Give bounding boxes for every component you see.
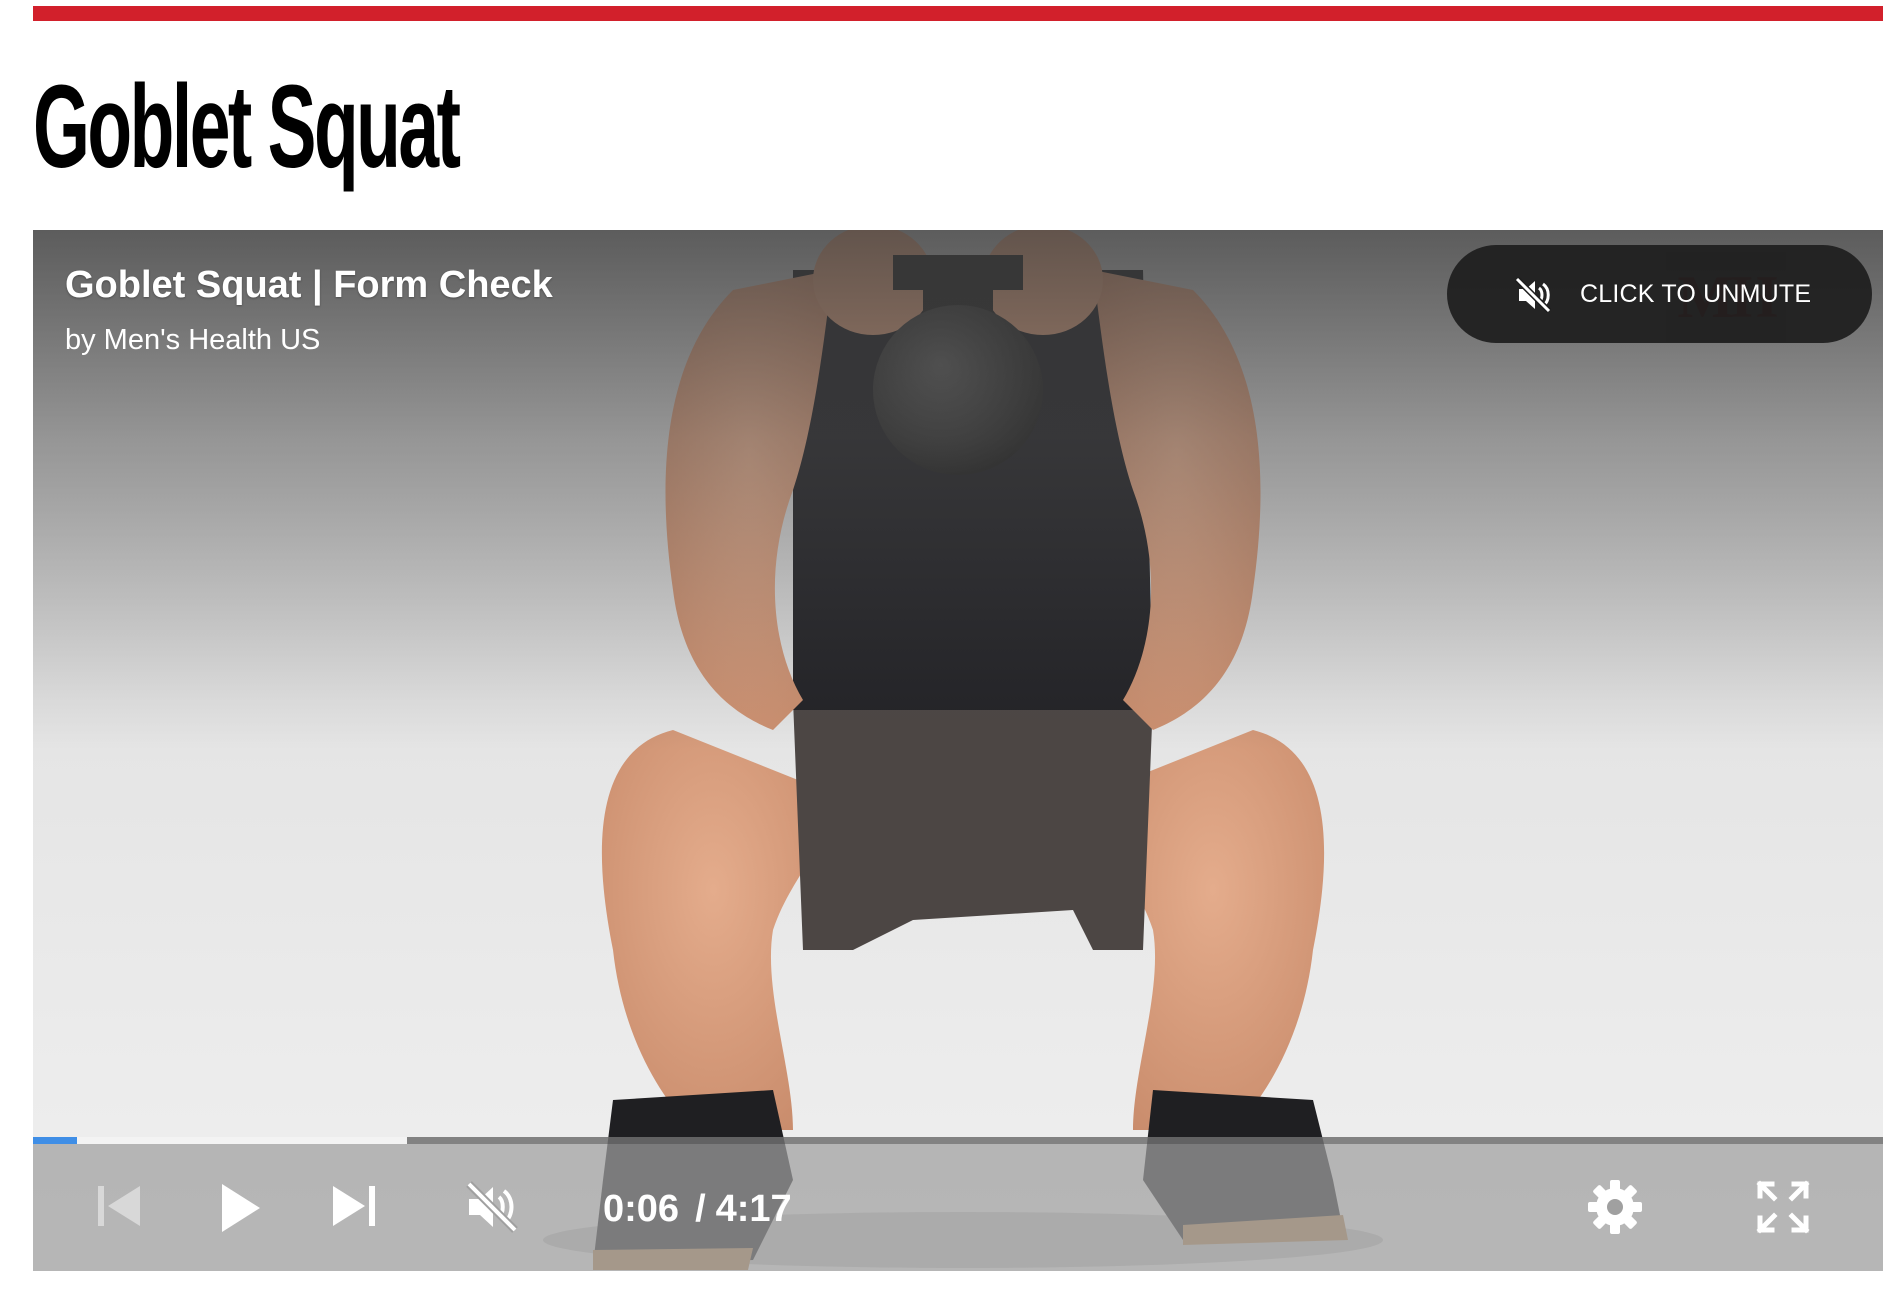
video-author: by Men's Health US: [65, 324, 321, 356]
page: Goblet Squat Goblet Squat | Form Check b…: [0, 0, 1896, 1300]
brand-accent-bar: [33, 6, 1883, 21]
volume-muted-icon: [1514, 276, 1552, 314]
unmute-button[interactable]: CLICK TO UNMUTE: [1447, 245, 1872, 343]
current-time: 0:06: [603, 1188, 680, 1230]
duration: 4:17: [715, 1188, 792, 1230]
skip-next-icon[interactable]: [331, 1182, 377, 1230]
fullscreen-icon[interactable]: [1756, 1180, 1810, 1234]
time-display: 0:06 /4:17: [603, 1186, 792, 1232]
time-separator: /: [695, 1188, 706, 1230]
unmute-label: CLICK TO UNMUTE: [1580, 280, 1812, 308]
gear-icon[interactable]: [1586, 1178, 1644, 1236]
play-icon[interactable]: [218, 1182, 262, 1234]
skip-previous-icon[interactable]: [96, 1182, 142, 1230]
control-bar: 0:06 /4:17: [33, 1144, 1883, 1271]
video-title: Goblet Squat | Form Check: [65, 264, 553, 306]
progress-played: [33, 1137, 78, 1144]
progress-buffered: [33, 1137, 407, 1144]
volume-muted-icon[interactable]: [463, 1178, 521, 1236]
progress-bar[interactable]: [33, 1137, 1883, 1144]
video-frame: [33, 230, 1883, 1271]
page-title: Goblet Squat: [33, 61, 461, 193]
video-player[interactable]: Goblet Squat | Form Check by Men's Healt…: [33, 230, 1883, 1271]
